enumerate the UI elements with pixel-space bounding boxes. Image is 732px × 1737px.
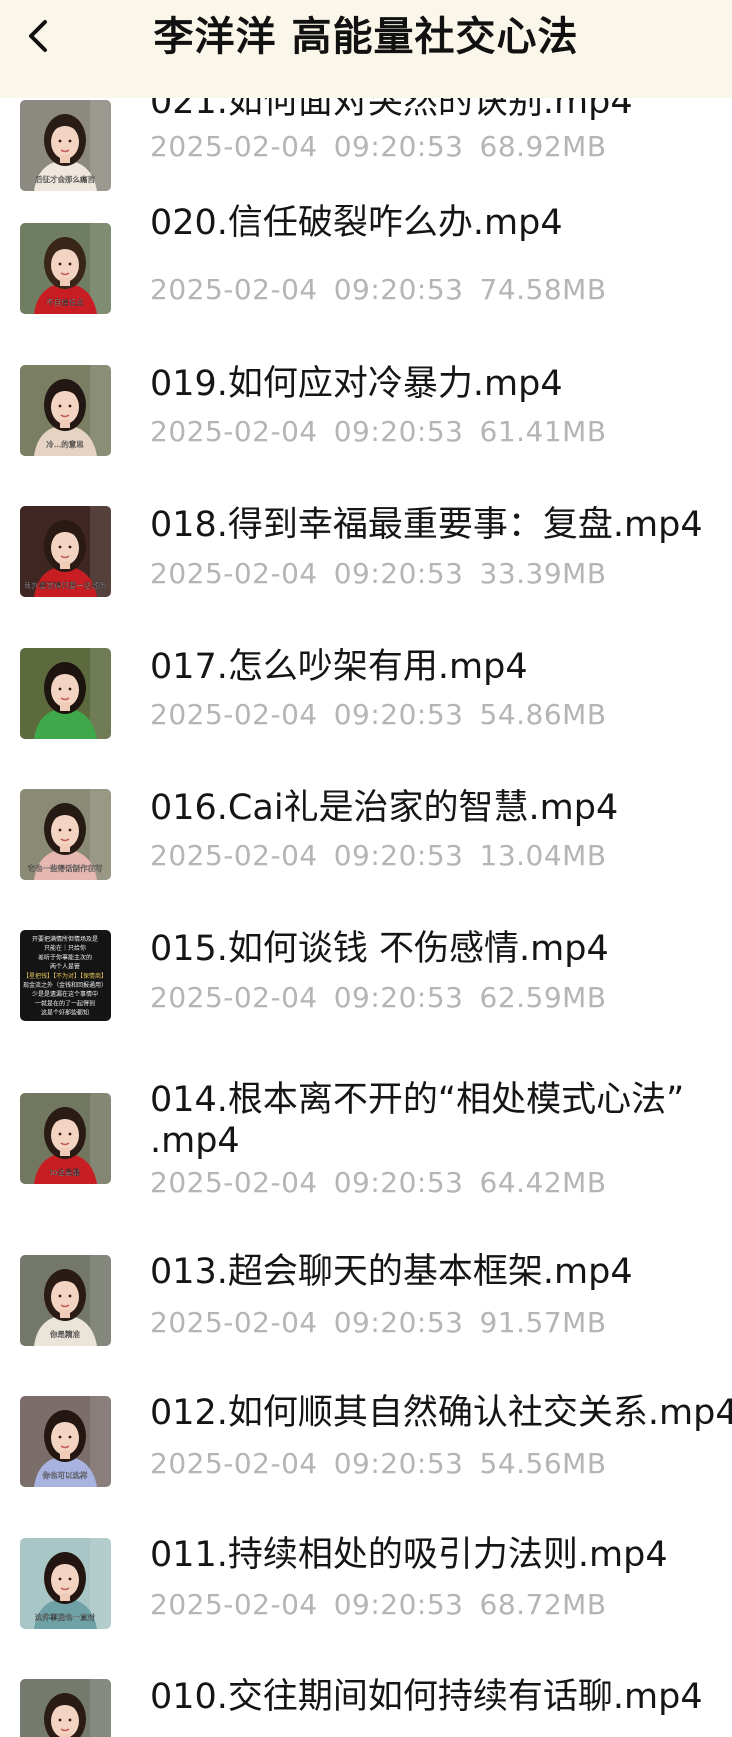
file-name: 017.怎么吵架有用.mp4 <box>150 647 528 687</box>
file-date: 2025-02-04 <box>150 1447 318 1480</box>
file-time: 09:20:53 <box>333 273 464 306</box>
file-meta: 2025-02-04 09:20:53 74.58MB <box>150 273 607 306</box>
file-size: 13.04MB <box>479 839 607 872</box>
video-thumbnail: 你是精准 <box>20 1255 111 1346</box>
file-meta: 2025-02-04 09:20:53 64.42MB <box>150 1166 607 1199</box>
thumbnail-text-line: 开要把满情所但情场及是 <box>32 935 98 943</box>
video-thumbnail: 不自信任点 <box>20 223 111 314</box>
file-time: 09:20:53 <box>333 698 464 731</box>
thumbnail-image: 这件事我也一直对 <box>20 1538 111 1629</box>
thumbnail-text-line: 现金流之外（金钱和回报通用） <box>23 981 107 989</box>
file-date: 2025-02-04 <box>150 1166 318 1199</box>
file-size: 33.39MB <box>479 557 607 590</box>
svg-text:你也可以这样: 你也可以这样 <box>43 1470 88 1480</box>
file-time: 09:20:53 <box>333 981 464 1014</box>
file-date: 2025-02-04 <box>150 273 318 306</box>
file-date: 2025-02-04 <box>150 557 318 590</box>
video-thumbnail: 它也一些得话制作在写 <box>20 789 111 880</box>
video-thumbnail <box>20 648 111 739</box>
file-meta: 2025-02-04 09:20:53 13.04MB <box>150 839 607 872</box>
file-date: 2025-02-04 <box>150 981 318 1014</box>
file-time: 09:20:53 <box>333 1588 464 1621</box>
file-meta: 2025-02-04 09:20:53 54.86MB <box>150 698 607 731</box>
thumbnail-image: 后征才会那么痛苦 <box>20 100 111 191</box>
video-thumbnail: 后征才会那么痛苦 <box>20 100 111 191</box>
file-date: 2025-02-04 <box>150 839 318 872</box>
file-size: 74.58MB <box>479 273 607 306</box>
thumbnail-image: 不自信任点 <box>20 223 111 314</box>
file-name: 012.如何顺其自然确认社交关系.mp4 <box>150 1393 732 1433</box>
file-name: 020.信任破裂咋么办.mp4 <box>150 203 563 243</box>
file-size: 54.86MB <box>479 698 607 731</box>
file-name: 014.根本离不开的“相处模式心法” .mp4 <box>150 1080 685 1161</box>
file-meta: 2025-02-04 09:20:53 68.72MB <box>150 1588 607 1621</box>
thumbnail-text-line: 少是是遗漏在这个事情中 <box>32 990 98 998</box>
video-thumbnail: 冷…的意思 <box>20 365 111 456</box>
file-name: 013.超会聊天的基本框架.mp4 <box>150 1252 633 1292</box>
thumbnail-image: 我外婆觉得只要一这经历 <box>20 506 111 597</box>
file-time: 09:20:53 <box>333 1447 464 1480</box>
file-name: 010.交往期间如何持续有话聊.mp4 <box>150 1677 703 1717</box>
thumbnail-text-line: 一就是在的了一起得到 <box>35 999 95 1007</box>
file-size: 64.42MB <box>479 1166 607 1199</box>
file-time: 09:20:53 <box>333 557 464 590</box>
svg-text:它也一些得话制作在写: 它也一些得话制作在写 <box>28 863 103 873</box>
file-date: 2025-02-04 <box>150 1306 318 1339</box>
svg-text:不自信任点: 不自信任点 <box>46 297 84 307</box>
video-thumbnail <box>20 1679 111 1737</box>
thumbnail-image: 你是精准 <box>20 1255 111 1346</box>
svg-text:冷…的意思: 冷…的意思 <box>46 439 84 449</box>
file-meta: 2025-02-04 09:20:53 91.57MB <box>150 1306 607 1339</box>
file-time: 09:20:53 <box>333 415 464 448</box>
thumbnail-image <box>20 1679 111 1737</box>
file-name: 018.得到幸福最重要事：复盘.mp4 <box>150 505 703 545</box>
thumbnail-text-line: 这是个好那些都知 <box>41 1009 89 1017</box>
thumbnail-image: to这是最 <box>20 1093 111 1184</box>
file-name: 011.持续相处的吸引力法则.mp4 <box>150 1535 668 1575</box>
file-meta: 2025-02-04 09:20:53 61.41MB <box>150 415 607 448</box>
thumbnail-text-line: 差听于你事能主次的 <box>38 953 92 961</box>
file-name: 016.Cai礼是治家的智慧.mp4 <box>150 788 619 828</box>
video-thumbnail: 开要把满情所但情场及是 只能在｜只给你 差听于你事能主次的 两个人是管 【星把钱】【不为… <box>20 930 111 1021</box>
file-meta: 2025-02-04 09:20:53 68.92MB <box>150 130 607 163</box>
thumbnail-image: 你也可以这样 <box>20 1396 111 1487</box>
file-date: 2025-02-04 <box>150 1588 318 1621</box>
thumbnail-image: 它也一些得话制作在写 <box>20 789 111 880</box>
file-time: 09:20:53 <box>333 1166 464 1199</box>
file-date: 2025-02-04 <box>150 415 318 448</box>
svg-text:我外婆觉得只要一这经历: 我外婆觉得只要一这经历 <box>24 580 107 590</box>
file-time: 09:20:53 <box>333 1306 464 1339</box>
file-size: 68.72MB <box>479 1588 607 1621</box>
file-meta: 2025-02-04 09:20:53 33.39MB <box>150 557 607 590</box>
file-time: 09:20:53 <box>333 839 464 872</box>
page-title: 李洋洋 高能量社交心法 <box>153 14 579 60</box>
thumbnail-image <box>20 648 111 739</box>
thumbnail-text-line: 只能在｜只给你 <box>44 944 86 952</box>
file-meta: 2025-02-04 09:20:53 62.59MB <box>150 981 607 1014</box>
svg-text:你是精准: 你是精准 <box>50 1329 80 1339</box>
file-size: 91.57MB <box>479 1306 607 1339</box>
thumbnail-text-line: 两个人是管 <box>50 963 80 971</box>
thumbnail-text-line: 【星把钱】【不为对】【保情商】 <box>23 972 107 980</box>
video-thumbnail: 这件事我也一直对 <box>20 1538 111 1629</box>
file-size: 68.92MB <box>479 130 607 163</box>
video-thumbnail: 我外婆觉得只要一这经历 <box>20 506 111 597</box>
file-size: 61.41MB <box>479 415 607 448</box>
file-time: 09:20:53 <box>333 130 464 163</box>
file-name: 019.如何应对冷暴力.mp4 <box>150 364 563 404</box>
svg-text:这件事我也一直对: 这件事我也一直对 <box>35 1612 95 1622</box>
file-size: 62.59MB <box>479 981 607 1014</box>
file-size: 54.56MB <box>479 1447 607 1480</box>
svg-text:后征才会那么痛苦: 后征才会那么痛苦 <box>35 174 95 184</box>
file-date: 2025-02-04 <box>150 130 318 163</box>
video-thumbnail: to这是最 <box>20 1093 111 1184</box>
thumbnail-image: 冷…的意思 <box>20 365 111 456</box>
file-list: 后征才会那么痛苦 021.如何面对突然的诀别.mp4 2025-02-04 09:20… <box>0 0 732 1737</box>
svg-text:to这是最: to这是最 <box>50 1167 81 1177</box>
file-meta: 2025-02-04 09:20:53 54.56MB <box>150 1447 607 1480</box>
file-name: 015.如何谈钱 不伤感情.mp4 <box>150 929 609 969</box>
header-bar: 李洋洋 高能量社交心法 <box>0 0 732 98</box>
video-thumbnail: 你也可以这样 <box>20 1396 111 1487</box>
file-date: 2025-02-04 <box>150 698 318 731</box>
